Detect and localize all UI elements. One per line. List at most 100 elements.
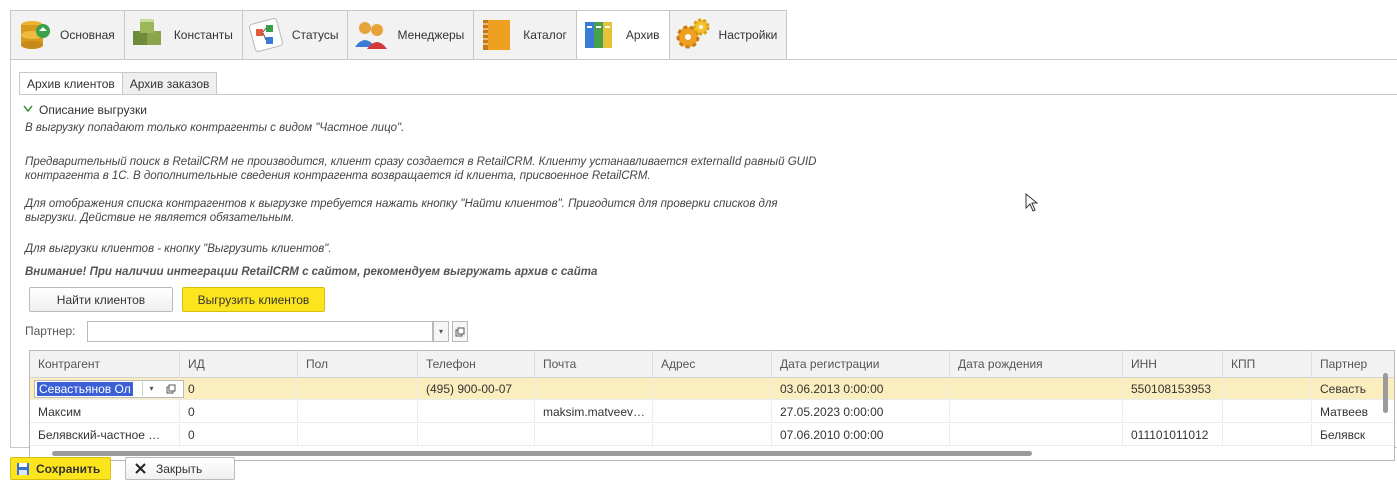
tab-konstanty[interactable]: Константы [123, 10, 242, 60]
blocks-icon [130, 17, 166, 53]
table-cell [298, 424, 418, 446]
tab-label: Статусы [291, 28, 339, 42]
table-cell: Матвеев [1320, 405, 1368, 419]
column-header[interactable]: Дата регистрации [772, 351, 950, 378]
tab-label: Каталог [523, 28, 567, 42]
table-cell [950, 424, 1123, 446]
description-toggle[interactable]: Описание выгрузки [23, 103, 147, 117]
column-header[interactable]: Адрес [653, 351, 772, 378]
column-header[interactable]: Телефон [418, 351, 535, 378]
description-text: выгрузки. Действие не является обязатель… [25, 212, 295, 224]
column-header[interactable]: Дата рождения [950, 351, 1123, 378]
table-cell: 0 [180, 378, 298, 400]
description-title: Описание выгрузки [39, 103, 147, 117]
table-cell [1223, 424, 1312, 446]
warning-text: Внимание! При наличии интеграции RetailC… [25, 266, 598, 278]
tab-label: Менеджеры [397, 28, 465, 42]
clients-table: Контрагент ИД Пол Телефон Почта Адрес Да… [29, 350, 1395, 461]
column-header[interactable]: Контрагент [30, 351, 180, 378]
table-cell: (495) 900-00-07 [418, 378, 535, 400]
tab-label: Архив [625, 28, 660, 42]
table-cell: Белявский-частное … [30, 424, 180, 446]
table-cell [298, 401, 418, 423]
gears-icon [675, 17, 711, 53]
partner-label: Партнер: [25, 324, 76, 338]
column-header[interactable]: ИНН [1123, 351, 1223, 378]
tab-nastroyki[interactable]: Настройки [668, 10, 788, 60]
vertical-scrollbar[interactable] [1383, 373, 1388, 413]
table-cell: Севасть [1320, 382, 1367, 396]
table-cell: 0 [180, 424, 298, 446]
database-icon [16, 17, 52, 53]
floppy-icon [16, 462, 30, 476]
column-header[interactable]: Почта [535, 351, 653, 378]
chevron-down-icon[interactable]: ▾ [142, 382, 160, 396]
horizontal-scrollbar[interactable] [52, 451, 1032, 456]
table-cell [1223, 378, 1312, 400]
archive-subtabs: Архив клиентов Архив заказов [19, 72, 218, 95]
contractor-edit-field[interactable]: Севастьянов Ол ▾ [34, 380, 184, 398]
tab-osnovnaya[interactable]: Основная [10, 10, 124, 60]
table-cell [535, 424, 653, 446]
description-text: контрагента в 1С. В дополнительные сведе… [25, 170, 651, 182]
table-row[interactable]: Белявский-частное … 0 07.06.2010 0:00:00… [30, 424, 1394, 446]
save-button[interactable]: Сохранить [10, 457, 112, 480]
table-cell [418, 424, 535, 446]
tab-statusy[interactable]: Статусы [241, 10, 348, 60]
partner-input[interactable] [87, 321, 433, 342]
table-cell: 03.06.2013 0:00:00 [772, 378, 950, 400]
tab-arkhiv[interactable]: Архив [575, 10, 669, 60]
divider [19, 94, 1397, 95]
find-clients-button[interactable]: Найти клиентов [29, 287, 173, 312]
contractor-edit-value: Севастьянов Ол [37, 382, 133, 396]
table-cell: 0 [180, 401, 298, 423]
tab-label: Константы [173, 28, 233, 42]
table-cell: 011101011012 [1123, 424, 1223, 446]
description-text: Предварительный поиск в RetailCRM не про… [25, 156, 817, 168]
tab-katalog[interactable]: Каталог [473, 10, 576, 60]
table-cell: Максим [30, 401, 180, 423]
open-form-icon[interactable] [452, 321, 468, 342]
tab-menedzhery[interactable]: Менеджеры [347, 10, 474, 60]
description-text: Для отображения списка контрагентов к вы… [25, 198, 778, 210]
table-cell [653, 378, 772, 400]
archive-icon [582, 17, 618, 53]
chevron-down-icon [23, 104, 33, 116]
cursor-icon [1025, 192, 1039, 216]
book-icon [479, 17, 515, 53]
export-clients-button[interactable]: Выгрузить клиентов [182, 287, 325, 312]
table-cell: maksim.matveev… [535, 401, 653, 423]
column-header[interactable]: ИД [180, 351, 298, 378]
close-label: Закрыть [156, 461, 203, 476]
table-cell: 27.05.2023 0:00:00 [772, 401, 950, 423]
table-cell [950, 401, 1123, 423]
open-form-icon[interactable] [161, 382, 181, 396]
chevron-down-icon[interactable]: ▾ [433, 321, 449, 342]
table-header: Контрагент ИД Пол Телефон Почта Адрес Да… [30, 351, 1394, 378]
tab-orders-archive[interactable]: Архив заказов [121, 72, 218, 95]
save-label: Сохранить [36, 461, 101, 476]
table-row[interactable]: Севастьянов Ол ▾ 0 (495) 900-00-07 03.06… [30, 378, 1394, 400]
table-cell [1223, 401, 1312, 423]
description-text: Для выгрузки клиентов - кнопку "Выгрузит… [25, 243, 332, 255]
description-text: В выгрузку попадают только контрагенты с… [25, 122, 405, 134]
column-header[interactable]: Пол [298, 351, 418, 378]
tab-label: Настройки [718, 28, 778, 42]
table-cell [1123, 401, 1223, 423]
close-button[interactable]: Закрыть [125, 457, 235, 480]
flow-icon [248, 17, 284, 53]
table-cell [298, 378, 418, 400]
table-cell [950, 378, 1123, 400]
table-cell [653, 401, 772, 423]
table-cell [653, 424, 772, 446]
people-icon [353, 17, 389, 53]
table-cell [418, 401, 535, 423]
table-cell [535, 378, 653, 400]
table-cell: Белявск [1320, 428, 1366, 442]
column-header[interactable]: КПП [1223, 351, 1312, 378]
close-icon [135, 463, 146, 474]
table-row[interactable]: Максим 0 maksim.matveev… 27.05.2023 0:00… [30, 401, 1394, 423]
tab-clients-archive[interactable]: Архив клиентов [19, 72, 122, 95]
table-cell: 07.06.2010 0:00:00 [772, 424, 950, 446]
tab-label: Основная [60, 28, 115, 42]
